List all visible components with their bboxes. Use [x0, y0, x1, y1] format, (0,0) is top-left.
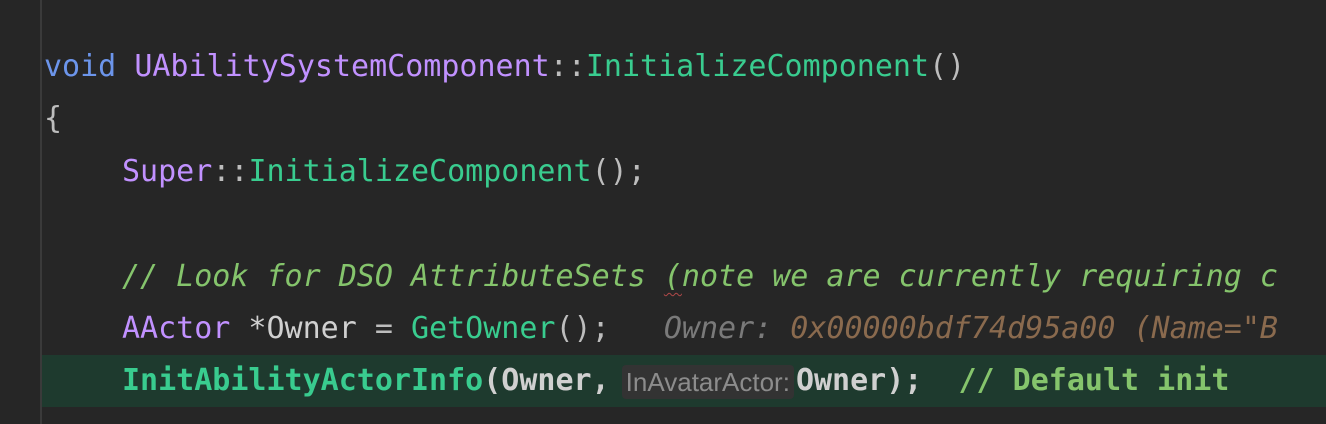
code-editor[interactable]: void UAbilitySystemComponent::Initialize… — [0, 0, 1326, 424]
variable-owner[interactable]: *Owner — [230, 311, 356, 346]
scope-operator: :: — [212, 154, 249, 189]
debug-inline-name: Owner: — [663, 311, 773, 346]
function-name[interactable]: InitAbilityActorInfo — [122, 363, 483, 398]
code-line-2[interactable]: { — [44, 93, 1326, 145]
code-line-7-current[interactable]: InitAbilityActorInfo(Owner, InAvatarActor… — [42, 355, 1326, 407]
code-line-empty[interactable] — [44, 198, 1326, 250]
code-line-5[interactable]: // Look for DSO AttributeSets (note we a… — [44, 251, 1326, 303]
code-line-6[interactable]: AActor *Owner = GetOwner(); Owner: 0x000… — [44, 303, 1326, 355]
super-keyword[interactable]: Super — [122, 154, 212, 189]
scope-operator: :: — [549, 49, 586, 84]
call-args-end[interactable]: Owner); — [796, 363, 922, 398]
assign-operator: = — [356, 311, 411, 346]
comment-squiggle: ( — [663, 259, 682, 294]
comment-default-init: // Default init — [958, 363, 1230, 398]
function-name[interactable]: GetOwner — [411, 311, 556, 346]
method-name[interactable]: InitializeComponent — [248, 154, 591, 189]
comment-text-rest: note we are currently requiring c — [681, 259, 1278, 294]
call-end: (); — [555, 311, 610, 346]
parens: () — [929, 49, 966, 84]
code-line-3[interactable]: Super::InitializeComponent(); — [44, 146, 1326, 198]
code-line-1[interactable]: void UAbilitySystemComponent::Initialize… — [44, 41, 1326, 93]
call-args-start[interactable]: (Owner, — [483, 363, 609, 398]
call-end: (); — [591, 154, 646, 189]
open-brace: { — [44, 101, 63, 136]
type-name[interactable]: AActor — [122, 311, 230, 346]
comment-text: // Look for DSO AttributeSets — [122, 259, 664, 294]
method-name[interactable]: InitializeComponent — [586, 49, 929, 84]
keyword-void: void — [44, 49, 117, 84]
debug-inline-value: 0x00000bdf74d95a00 (Name="B — [772, 311, 1278, 346]
parameter-hint: InAvatarActor: — [621, 364, 794, 399]
class-name[interactable]: UAbilitySystemComponent — [134, 49, 549, 84]
